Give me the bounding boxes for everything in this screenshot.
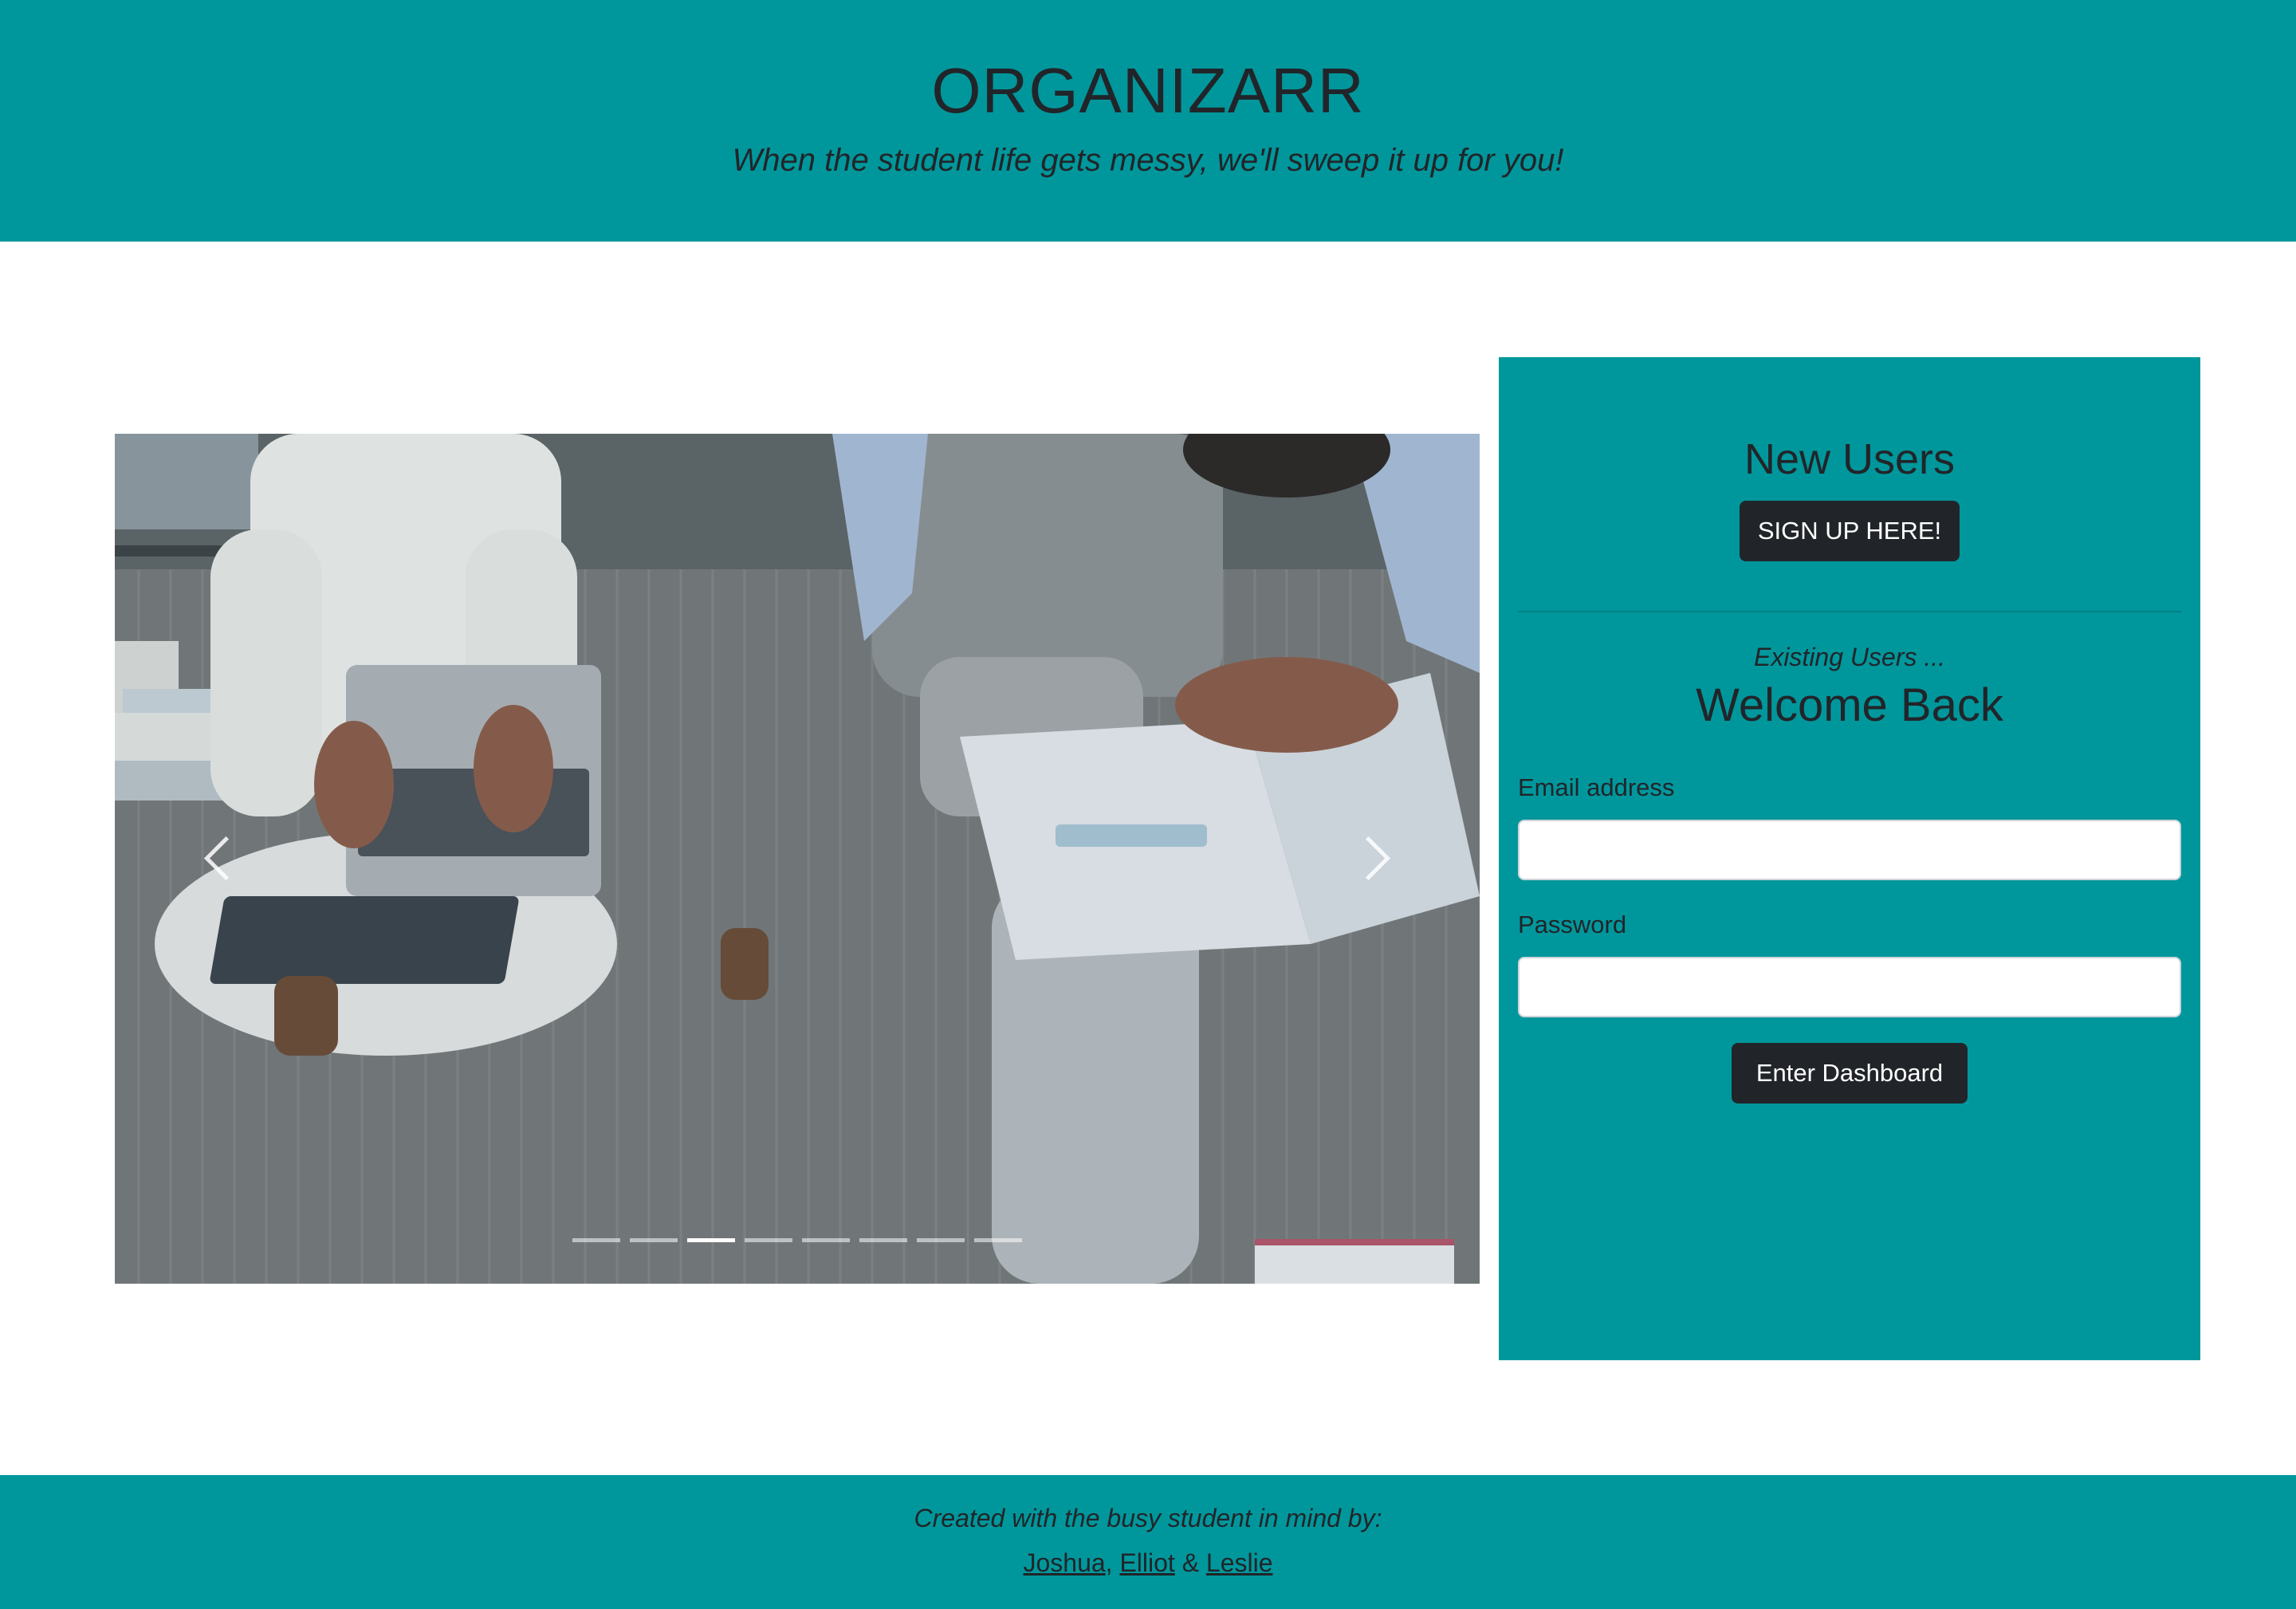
site-tagline: When the student life gets messy, we'll … [732,143,1564,178]
carousel-indicator-7[interactable] [917,1238,965,1242]
author-separator: & [1174,1548,1206,1577]
carousel-indicator-3[interactable] [687,1238,735,1242]
carousel-indicator-2[interactable] [630,1238,678,1242]
enter-dashboard-button[interactable]: Enter Dashboard [1732,1043,1968,1103]
image-carousel [115,434,1480,1284]
footer-authors: Joshua, Elliot & Leslie [0,1547,2296,1579]
carousel-indicator-4[interactable] [745,1238,792,1242]
carousel-indicator-6[interactable] [859,1238,907,1242]
welcome-back-heading: Welcome Back [1696,679,2003,731]
chevron-left-icon [203,836,249,881]
carousel-indicators [115,1238,1480,1242]
author-link-leslie[interactable]: Leslie [1206,1548,1273,1577]
carousel-indicator-1[interactable] [572,1238,620,1242]
site-title: ORGANIZARR [931,55,1365,126]
carousel-prev-button[interactable] [115,434,290,1284]
author-link-elliot[interactable]: Elliot [1119,1548,1174,1577]
panel-divider [1518,611,2181,612]
author-separator: , [1105,1548,1120,1577]
carousel-indicator-5[interactable] [802,1238,850,1242]
author-link-joshua[interactable]: Joshua [1023,1548,1105,1577]
footer-credit: Created with the busy student in mind by… [914,1504,1382,1532]
carousel-indicator-8[interactable] [974,1238,1022,1242]
site-header: ORGANIZARR When the student life gets me… [0,0,2296,242]
existing-users-label: Existing Users ... [1753,643,1946,671]
password-field[interactable] [1518,957,2181,1017]
sign-up-button[interactable]: SIGN UP HERE! [1740,501,1960,561]
password-label: Password [1518,911,1627,938]
carousel-next-button[interactable] [1304,434,1480,1284]
email-label: Email address [1518,773,1675,801]
email-field[interactable] [1518,820,2181,880]
chevron-right-icon [1346,836,1391,881]
carousel-photo [115,434,1480,1284]
site-footer: Created with the busy student in mind by… [0,1475,2296,1609]
new-users-heading: New Users [1744,435,1956,483]
auth-panel: New Users SIGN UP HERE! Existing Users .… [1499,357,2200,1360]
